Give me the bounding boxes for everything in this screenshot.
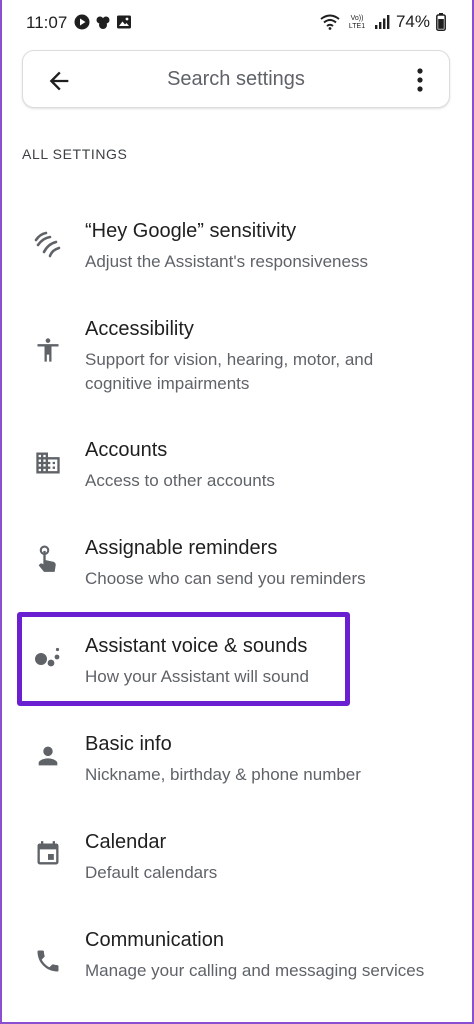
phone-icon xyxy=(37,950,59,972)
search-input[interactable]: Search settings xyxy=(23,68,449,91)
svg-text:LTE1: LTE1 xyxy=(349,23,365,30)
item-title: Accounts xyxy=(85,439,168,461)
item-subtitle: Choose who can send you reminders xyxy=(85,569,366,588)
item-subtitle: Adjust the Assistant's responsiveness xyxy=(85,252,368,271)
list-item-basic-info[interactable]: Basic info Nickname, birthday & phone nu… xyxy=(22,733,452,823)
list-item-hey-google-sensitivity[interactable]: “Hey Google” sensitivity Adjust the Assi… xyxy=(22,220,452,310)
volte-icon: Vo)) LTE1 xyxy=(349,15,365,30)
battery-percent: 74% xyxy=(395,12,430,31)
battery-icon xyxy=(436,13,446,31)
calendar-icon xyxy=(37,841,59,865)
item-subtitle: Support for vision, hearing, motor, and … xyxy=(85,350,374,393)
item-subtitle: Access to other accounts xyxy=(85,471,275,490)
search-bar[interactable]: Search settings xyxy=(22,50,450,108)
status-bar: 11:07 Vo)) LTE1 74% xyxy=(0,0,474,48)
person-icon xyxy=(38,746,58,766)
app-notification-icon xyxy=(96,16,110,29)
status-time: 11:07 xyxy=(26,13,68,32)
sensitivity-icon xyxy=(34,231,61,258)
notification-icons xyxy=(74,14,132,30)
accessibility-icon xyxy=(37,338,59,362)
item-title: “Hey Google” sensitivity xyxy=(85,220,297,242)
list-item-accessibility[interactable]: Accessibility Support for vision, hearin… xyxy=(22,318,452,408)
highlight-box xyxy=(17,612,350,706)
list-item-accounts[interactable]: Accounts Access to other accounts xyxy=(22,439,452,529)
touch-hand-icon xyxy=(38,545,56,572)
more-vert-icon[interactable] xyxy=(413,67,427,93)
item-title: Accessibility xyxy=(85,318,194,340)
status-right: Vo)) LTE1 74% xyxy=(320,12,446,32)
item-title: Assignable reminders xyxy=(85,537,278,559)
play-notification-icon xyxy=(74,14,90,30)
building-icon xyxy=(36,452,60,474)
list-item-communication[interactable]: Communication Manage your calling and me… xyxy=(22,929,452,1019)
item-subtitle: Default calendars xyxy=(85,863,218,882)
section-header: ALL SETTINGS xyxy=(22,146,128,162)
svg-text:Vo)): Vo)) xyxy=(351,15,364,22)
item-subtitle: Nickname, birthday & phone number xyxy=(85,765,361,784)
item-subtitle: Manage your calling and messaging servic… xyxy=(85,961,425,980)
signal-icon xyxy=(374,15,390,29)
item-title: Communication xyxy=(85,929,224,951)
list-item-calendar[interactable]: Calendar Default calendars xyxy=(22,831,452,921)
item-title: Calendar xyxy=(85,831,167,853)
image-notification-icon xyxy=(117,15,131,29)
item-title: Basic info xyxy=(85,733,172,755)
wifi-icon xyxy=(320,14,340,30)
